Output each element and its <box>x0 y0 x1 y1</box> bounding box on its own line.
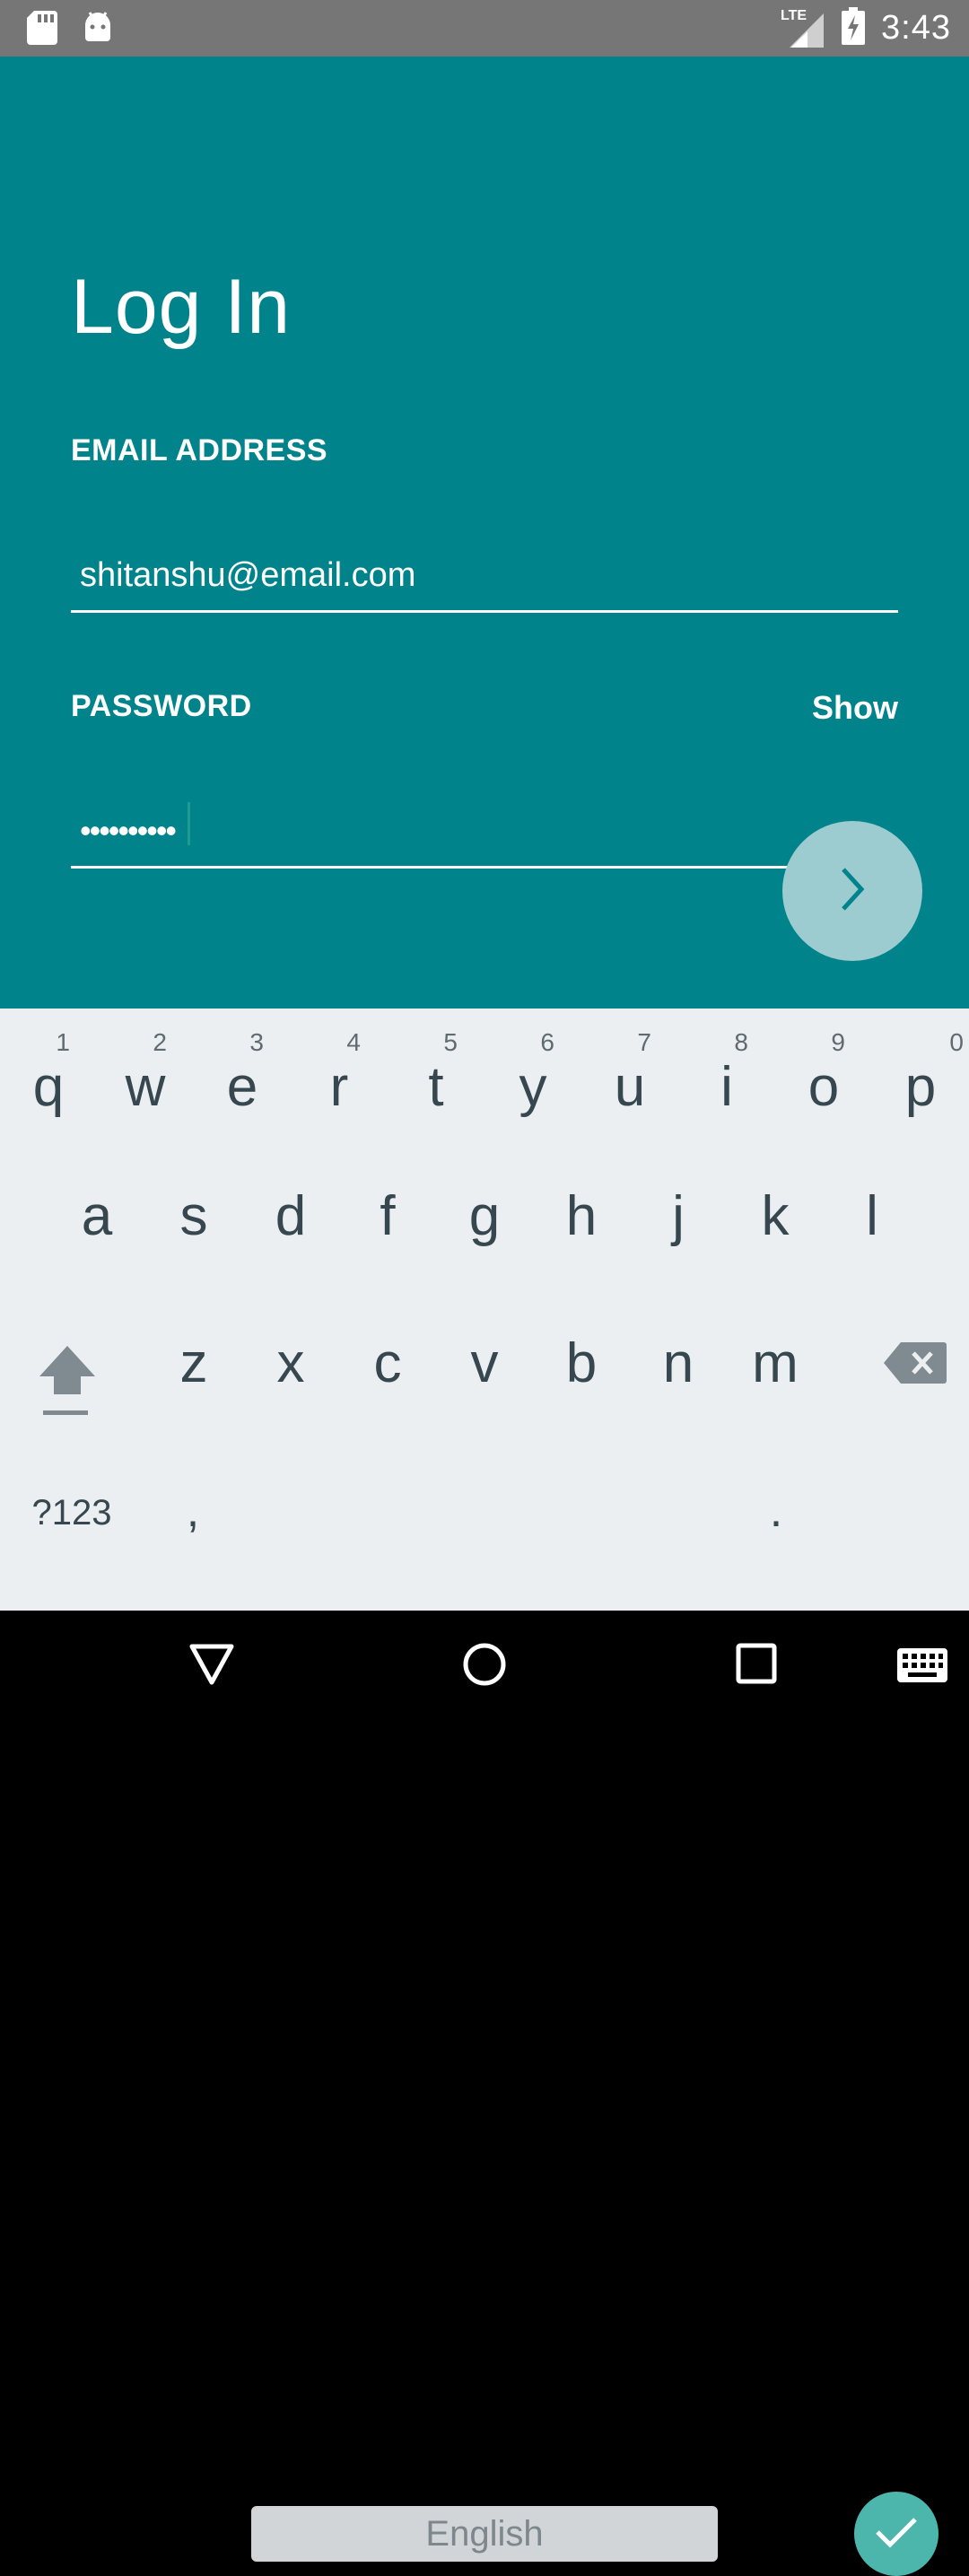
key-letter: r <box>329 1056 349 1118</box>
key-letter: u <box>614 1056 646 1118</box>
space-bar[interactable]: English <box>251 2506 718 2562</box>
key-v[interactable]: v <box>436 1332 533 1395</box>
key-letter: q <box>32 1056 65 1118</box>
shift-arrow-icon <box>36 1346 99 1425</box>
checkmark-icon <box>874 2514 919 2554</box>
key-hint: 8 <box>734 1028 748 1056</box>
text-cursor <box>188 802 190 845</box>
comma-key[interactable]: , <box>153 1484 233 1538</box>
shift-key[interactable] <box>18 1340 117 1439</box>
key-f[interactable]: f <box>339 1184 436 1248</box>
android-icon <box>83 11 113 49</box>
email-label: EMAIL ADDRESS <box>71 433 328 467</box>
key-a[interactable]: a <box>48 1184 145 1248</box>
battery-charging-icon <box>842 7 866 49</box>
key-hint: 4 <box>346 1028 361 1056</box>
key-hint: 5 <box>443 1028 458 1056</box>
key-s[interactable]: s <box>145 1184 242 1248</box>
key-letter: e <box>226 1056 258 1118</box>
key-hint: 0 <box>949 1028 964 1056</box>
backspace-key[interactable] <box>861 1340 969 1421</box>
soft-keyboard: 1q 2w 3e 4r 5t 6y 7u 8i 9o 0p a s d f g … <box>0 1009 969 2576</box>
key-hint: 2 <box>153 1028 167 1056</box>
key-c[interactable]: c <box>339 1332 436 1395</box>
key-h[interactable]: h <box>533 1184 630 1248</box>
status-bar: LTE 3:43 <box>0 0 969 57</box>
key-m[interactable]: m <box>727 1332 824 1395</box>
key-t[interactable]: 5t <box>388 1028 484 1127</box>
key-b[interactable]: b <box>533 1332 630 1395</box>
password-value: •••••••••• <box>80 812 177 849</box>
key-k[interactable]: k <box>727 1184 824 1248</box>
key-hint: 9 <box>831 1028 845 1056</box>
key-e[interactable]: 3e <box>194 1028 291 1127</box>
key-hint: 1 <box>56 1028 70 1056</box>
key-q[interactable]: 1q <box>0 1028 97 1127</box>
signal-icon: LTE <box>781 8 825 49</box>
key-i[interactable]: 8i <box>678 1028 775 1127</box>
key-u[interactable]: 7u <box>581 1028 678 1127</box>
home-icon[interactable] <box>461 1641 508 1692</box>
recents-icon[interactable] <box>736 1643 777 1689</box>
key-p[interactable]: 0p <box>872 1028 969 1127</box>
done-button[interactable] <box>854 2492 938 2576</box>
key-hint: 7 <box>637 1028 651 1056</box>
period-key[interactable]: . <box>736 1484 816 1538</box>
key-y[interactable]: 6y <box>484 1028 581 1127</box>
key-letter: i <box>720 1056 733 1118</box>
password-field[interactable]: •••••••••• <box>71 794 898 869</box>
backspace-icon <box>883 1342 947 1389</box>
key-z[interactable]: z <box>145 1332 242 1395</box>
key-o[interactable]: 9o <box>775 1028 872 1127</box>
navigation-bar <box>0 1611 969 1723</box>
key-letter: w <box>125 1056 166 1118</box>
password-label: PASSWORD <box>71 689 252 723</box>
key-letter: y <box>519 1056 547 1118</box>
key-l[interactable]: l <box>824 1184 921 1248</box>
key-hint: 6 <box>540 1028 554 1056</box>
key-d[interactable]: d <box>242 1184 339 1248</box>
key-x[interactable]: x <box>242 1332 339 1395</box>
key-r[interactable]: 4r <box>291 1028 388 1127</box>
page-title: Log In <box>71 264 292 350</box>
email-field[interactable] <box>71 541 898 613</box>
next-button[interactable] <box>782 821 922 961</box>
key-letter: o <box>808 1056 840 1118</box>
clock: 3:43 <box>881 9 951 47</box>
back-icon[interactable] <box>188 1643 235 1692</box>
key-j[interactable]: j <box>630 1184 727 1248</box>
key-letter: t <box>428 1056 444 1118</box>
symbols-key[interactable]: ?123 <box>18 1493 126 1533</box>
key-hint: 3 <box>249 1028 264 1056</box>
key-letter: p <box>904 1056 937 1118</box>
key-n[interactable]: n <box>630 1332 727 1395</box>
sd-card-icon <box>27 11 57 49</box>
keyboard-icon[interactable] <box>897 1648 947 1687</box>
chevron-right-icon <box>834 864 870 919</box>
key-w[interactable]: 2w <box>97 1028 194 1127</box>
login-screen: Log In EMAIL ADDRESS PASSWORD Show •••••… <box>0 57 969 1009</box>
show-password-button[interactable]: Show <box>812 689 898 727</box>
key-g[interactable]: g <box>436 1184 533 1248</box>
